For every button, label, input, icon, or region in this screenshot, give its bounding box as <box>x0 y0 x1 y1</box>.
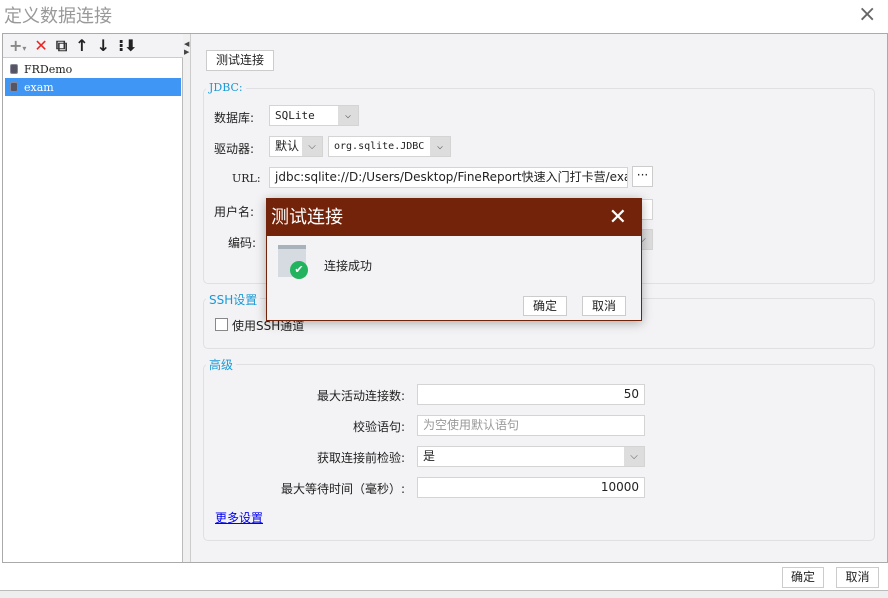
dialog-header: 测试连接 ✕ <box>267 199 641 236</box>
max-active-input[interactable]: 50 <box>417 384 645 405</box>
window-title: 定义数据连接 <box>4 6 112 27</box>
test-connection-dialog: 测试连接 ✕ ✔ 连接成功 确定 取消 <box>266 198 642 321</box>
db-label: 数据库: <box>214 111 255 125</box>
test-before-select[interactable]: 是 ⌵ <box>417 446 645 467</box>
connection-list-panel: +▾ ✕ ⧉ ↑ ↓ ⁝⬇ FRDemo exam <box>3 34 183 562</box>
username-label: 用户名: <box>214 205 255 219</box>
jdbc-legend: JDBC: <box>206 81 246 94</box>
dialog-ok-button[interactable]: 确定 <box>523 296 567 316</box>
max-wait-label: 最大等待时间（毫秒）: <box>280 482 405 496</box>
validation-label: 校验语句: <box>352 420 405 434</box>
driver-class-select[interactable]: org.sqlite.JDBC ⌵ <box>328 136 451 157</box>
list-item-exam[interactable]: exam <box>5 78 181 96</box>
ok-button[interactable]: 确定 <box>782 567 824 588</box>
sort-icon[interactable]: ⁝⬇ <box>118 36 137 55</box>
database-icon <box>10 64 18 74</box>
delete-icon[interactable]: ✕ <box>34 36 47 55</box>
driver-label: 驱动器: <box>214 142 255 156</box>
success-icon: ✔ <box>278 245 308 279</box>
list-toolbar: +▾ ✕ ⧉ ↑ ↓ ⁝⬇ <box>3 34 183 58</box>
dialog-title: 测试连接 <box>271 207 343 228</box>
more-settings-link[interactable]: 更多设置 <box>215 509 263 526</box>
background-strip <box>0 590 888 598</box>
add-icon[interactable]: +▾ <box>9 36 26 55</box>
dialog-cancel-button[interactable]: 取消 <box>582 296 626 316</box>
driver-mode-select[interactable]: 默认 ⌵ <box>269 136 323 157</box>
test-before-label: 获取连接前检验: <box>316 451 405 465</box>
max-wait-input[interactable]: 10000 <box>417 477 645 498</box>
footer: 确定 取消 <box>0 563 888 591</box>
chevron-down-icon: ⌵ <box>302 137 322 156</box>
chevron-down-icon: ⌵ <box>430 137 450 156</box>
validation-input[interactable]: 为空使用默认语句 <box>417 415 645 436</box>
test-connection-button[interactable]: 测试连接 <box>206 50 274 71</box>
move-up-icon[interactable]: ↑ <box>75 36 88 55</box>
close-icon[interactable]: ✕ <box>609 199 627 236</box>
use-ssh-checkbox[interactable] <box>215 318 228 331</box>
dialog-message: 连接成功 <box>324 259 373 273</box>
copy-icon[interactable]: ⧉ <box>56 36 67 56</box>
chevron-down-icon: ⌵ <box>338 106 358 125</box>
url-more-button[interactable]: ··· <box>632 166 653 187</box>
database-select[interactable]: SQLite ⌵ <box>269 105 359 126</box>
database-icon <box>10 82 18 92</box>
encoding-label: 编码: <box>228 236 257 250</box>
url-label: URL: <box>232 172 261 185</box>
url-input[interactable]: jdbc:sqlite://D:/Users/Desktop/FineRepor… <box>269 167 628 188</box>
item-label: FRDemo <box>24 62 73 76</box>
ssh-legend: SSH设置 <box>206 291 261 308</box>
item-label: exam <box>24 80 54 94</box>
list-item-frdemo[interactable]: FRDemo <box>5 60 181 78</box>
splitter[interactable]: ◀ ▶ <box>183 34 191 562</box>
max-active-label: 最大活动连接数: <box>316 389 405 403</box>
advanced-legend: 高级 <box>206 356 237 373</box>
chevron-down-icon: ⌵ <box>624 447 644 466</box>
cancel-button[interactable]: 取消 <box>836 567 879 588</box>
move-down-icon[interactable]: ↓ <box>97 36 110 55</box>
close-icon[interactable]: × <box>858 2 876 27</box>
